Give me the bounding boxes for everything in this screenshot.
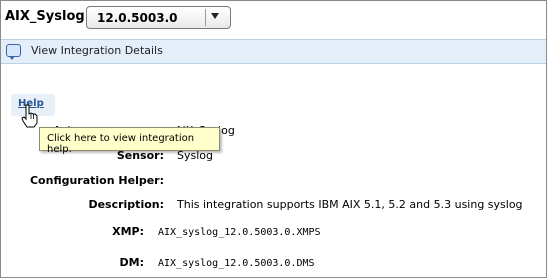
sensor-label: Sensor: [116,149,164,162]
view-details-header: View Integration Details [1,39,546,64]
sensor-value: Syslog [177,149,213,162]
hand-cursor-icon [21,104,38,128]
config-helper-label: Configuration Helper: [29,174,164,187]
help-tooltip: Click here to view integration help. [39,127,220,155]
header-label: View Integration Details [31,44,163,57]
xmp-label: XMP: [112,225,144,238]
description-label: Description: [88,198,164,211]
dm-value: AIX_syslog_12.0.5003.0.DMS [158,258,315,269]
chevron-down-icon[interactable] [211,13,219,19]
dm-label: DM: [119,256,144,269]
integration-title: AIX_Syslog [5,9,85,24]
dropdown-divider [205,9,206,26]
speech-bubble-icon [6,44,21,60]
description-value: This integration supports IBM AIX 5.1, 5… [177,198,523,211]
version-dropdown[interactable]: 12.0.5003.0 [86,6,231,29]
xmp-value: AIX_syslog_12.0.5003.0.XMPS [158,227,321,238]
version-dropdown-value: 12.0.5003.0 [97,11,178,25]
